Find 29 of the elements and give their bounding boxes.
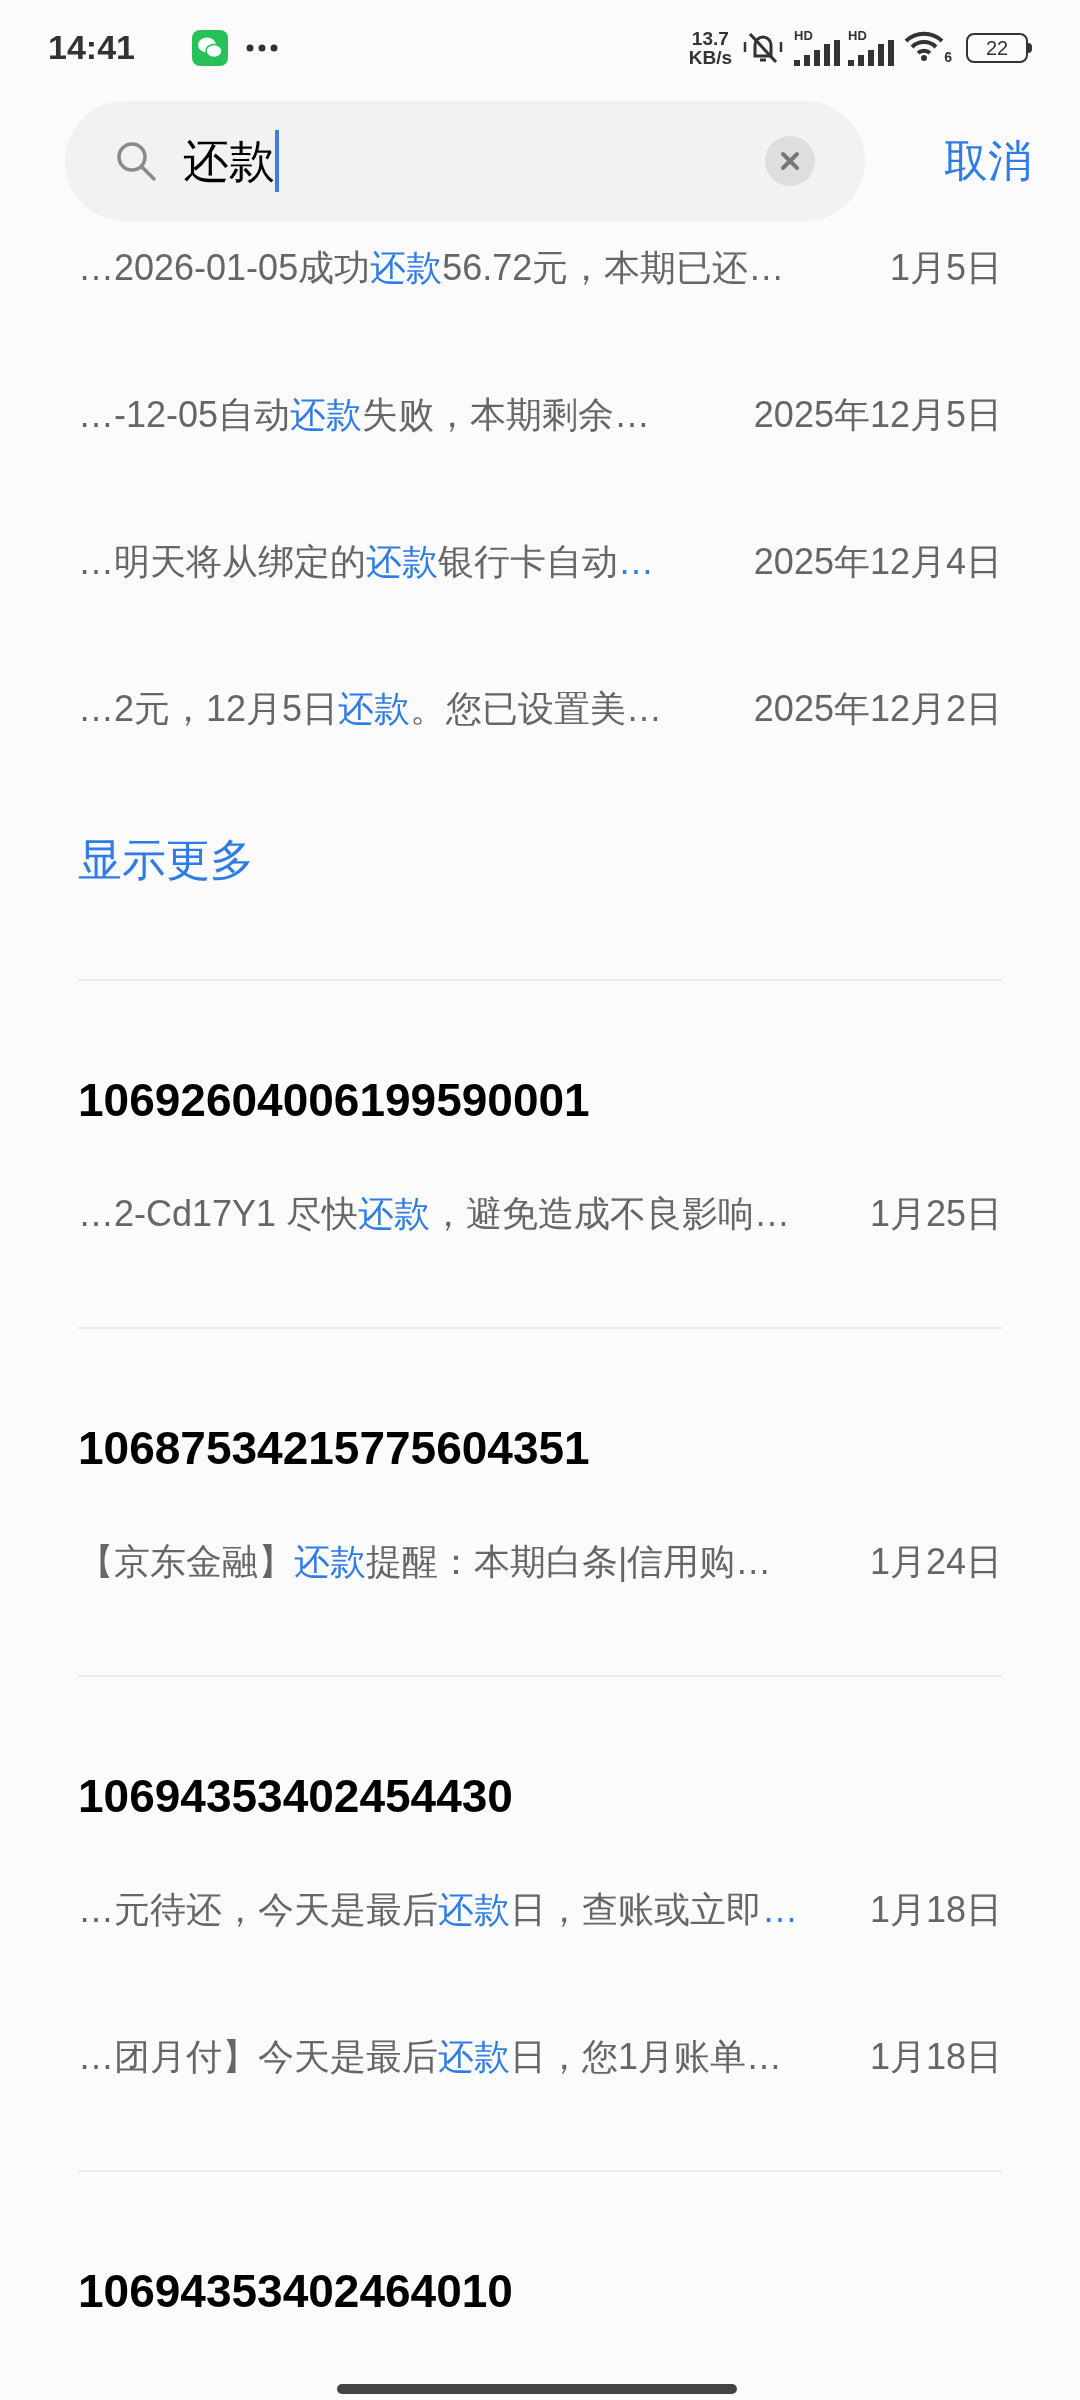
- sender-number: 10694353402454430: [78, 1769, 513, 1824]
- message-date: 1月18日: [869, 2034, 1002, 2079]
- message-date: 1月18日: [869, 1887, 1002, 1932]
- status-time: 14:41: [48, 27, 136, 68]
- search-field[interactable]: 还款: [65, 101, 865, 221]
- message-snippet: …2-Cd17Y1 尽快还款，避免造成不良影响…: [78, 1191, 791, 1236]
- message-snippet: …团月付】今天是最后还款日，您1月账单…: [78, 2034, 783, 2079]
- network-speed: 13.7 KB/s: [688, 28, 732, 67]
- message-date: 2025年12月2日: [753, 686, 1002, 731]
- message-snippet: …2026-01-05成功还款56.72元，本期已还…: [78, 245, 785, 290]
- message-snippet: …元待还，今天是最后还款日，查账或立即…: [78, 1887, 798, 1932]
- message-date: 2025年12月5日: [753, 392, 1002, 437]
- message-snippet: …-12-05自动还款失败，本期剩余…: [78, 392, 651, 437]
- message-snippet: …2元，12月5日还款。您已设置美…: [78, 686, 663, 731]
- chat-app-icon: [192, 29, 228, 66]
- message-date: 1月24日: [869, 1539, 1002, 1584]
- more-icon: [246, 43, 278, 52]
- message-snippet: 【京东金融】还款提醒：本期白条|信用购…: [78, 1539, 772, 1584]
- message-date: 2025年12月4日: [753, 539, 1002, 584]
- sender-number: 10694353402464010: [78, 2264, 513, 2319]
- search-icon: [115, 140, 157, 182]
- clear-icon[interactable]: [765, 136, 815, 186]
- sender-number: 10687534215775604351: [78, 1421, 590, 1476]
- message-date: 1月25日: [869, 1191, 1002, 1236]
- message-date: 1月5日: [889, 245, 1002, 290]
- sender-number: 10692604006199590001: [78, 1073, 590, 1128]
- show-more-link[interactable]: 显示更多: [78, 834, 254, 886]
- cancel-button[interactable]: 取消: [944, 128, 1032, 194]
- message-snippet: …明天将从绑定的还款银行卡自动…: [78, 539, 654, 584]
